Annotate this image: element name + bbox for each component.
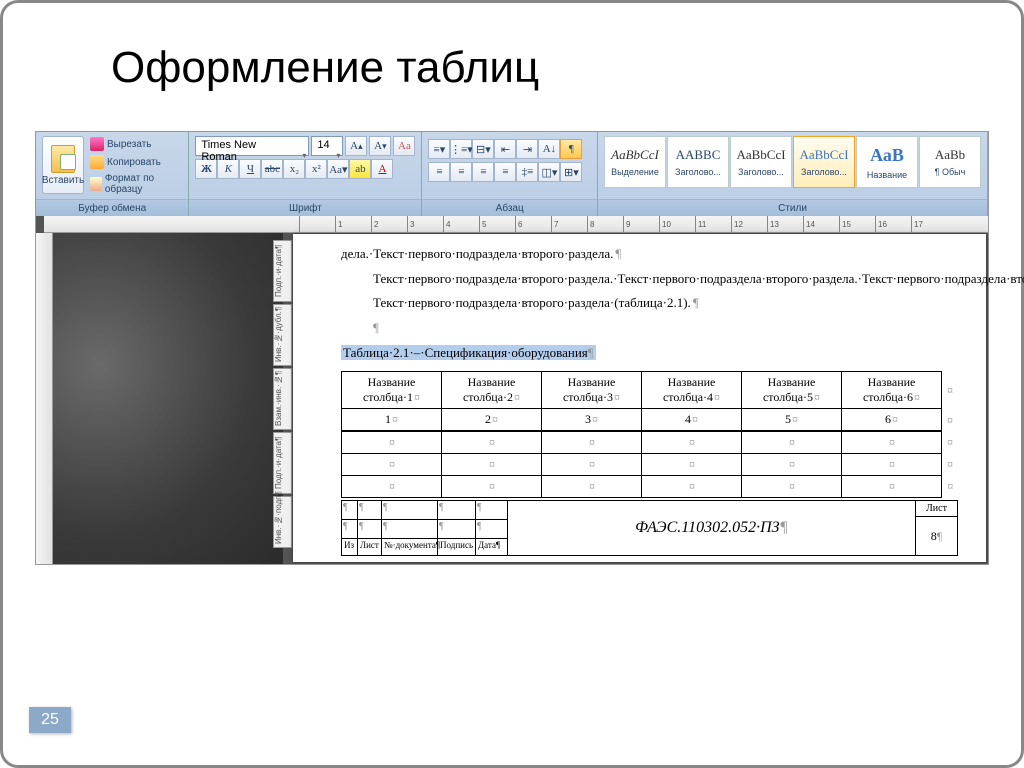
paste-label: Вставить [42, 175, 84, 186]
font-color-button[interactable]: A [371, 159, 393, 179]
tb-col-docnum: №·документа¶ [382, 539, 438, 555]
align-left-button[interactable]: ≡ [428, 162, 450, 182]
clear-format-button[interactable]: Aa [393, 136, 415, 156]
indent-inc-button[interactable]: ⇥ [516, 139, 538, 159]
style-item-title[interactable]: АаВНазвание [856, 136, 918, 188]
style-item-heading3[interactable]: AaBbCcIЗаголово... [793, 136, 855, 188]
slide-title: Оформление таблиц [3, 3, 1021, 115]
format-painter-label: Формат по образцу [105, 173, 181, 195]
side-tab-3: Подп.·и·дата¶ [273, 432, 292, 494]
align-justify-button[interactable]: ≡ [494, 162, 516, 182]
cut-icon [90, 137, 104, 151]
ribbon-group-clipboard: Вставить Вырезать Копировать Формат по о… [36, 132, 189, 216]
highlight-button[interactable]: ab [349, 159, 371, 179]
grow-font-button[interactable]: A▴ [345, 136, 367, 156]
paste-button[interactable]: Вставить [42, 136, 84, 194]
table-caption: Таблица·2.1·–·Спецификация·оборудования¶ [341, 341, 958, 366]
ribbon-group-font: Times New Roman 14 A▴ A▾ Aa Ж К Ч abc x₂… [189, 132, 422, 216]
sheet-number: 8¶ [916, 517, 957, 555]
style-item-emphasis[interactable]: AaBbCcIВыделение [604, 136, 666, 188]
side-tab-2: Взам.·инв.·№¶ [273, 368, 292, 430]
tb-col-sign: Подпись [438, 539, 476, 555]
subscript-button[interactable]: x₂ [283, 159, 305, 179]
multilevel-button[interactable]: ⊟▾ [472, 139, 494, 159]
style-item-heading1[interactable]: AABBCЗаголово... [667, 136, 729, 188]
doc-para-1: Текст·первого·подраздела·второго·раздела… [341, 267, 958, 292]
navigation-panel [53, 233, 283, 564]
change-case-button[interactable]: Aa▾ [327, 159, 349, 179]
doc-line-0: дела.·Текст·первого·подраздела·второго·р… [341, 242, 958, 267]
tb-col-list: Лист [358, 539, 382, 555]
word-screenshot: Вставить Вырезать Копировать Формат по о… [35, 131, 989, 565]
borders-button[interactable]: ⊞▾ [560, 162, 582, 182]
title-block: ¶¶¶¶¶ ¶¶¶¶¶ Из Лист №·документа¶ Подпись… [341, 500, 958, 556]
numbering-button[interactable]: ⋮≡▾ [450, 139, 472, 159]
document-area: 1234567891011121314151617 Подп.·и·дата¶ … [36, 216, 988, 564]
cut-button[interactable]: Вырезать [88, 136, 182, 152]
font-group-label: Шрифт [189, 199, 421, 216]
align-center-button[interactable]: ≡ [450, 162, 472, 182]
shrink-font-button[interactable]: A▾ [369, 136, 391, 156]
strike-button[interactable]: abc [261, 159, 283, 179]
side-tab-4: Инв.·№·подп¶ [273, 496, 292, 548]
align-right-button[interactable]: ≡ [472, 162, 494, 182]
copy-icon [90, 155, 104, 169]
horizontal-ruler[interactable]: 1234567891011121314151617 [44, 216, 988, 233]
style-item-normal[interactable]: AaBb¶ Обыч [919, 136, 981, 188]
underline-button[interactable]: Ч [239, 159, 261, 179]
shading-button[interactable]: ◫▾ [538, 162, 560, 182]
ribbon-group-paragraph: ≡▾ ⋮≡▾ ⊟▾ ⇤ ⇥ A↓ ¶ ≡ ≡ ≡ ≡ ‡≡ ◫▾ [422, 132, 598, 216]
paste-icon [51, 145, 75, 173]
sort-button[interactable]: A↓ [538, 139, 560, 159]
vertical-ruler[interactable] [36, 233, 53, 564]
style-item-heading2[interactable]: AaBbCcIЗаголово... [730, 136, 792, 188]
side-tab-0: Подп.·и·дата¶ [273, 240, 292, 302]
sheet-label: Лист [916, 501, 957, 517]
document-page[interactable]: дела.·Текст·первого·подраздела·второго·р… [293, 234, 986, 562]
doc-table: Название столбца·1Название столбца·2Назв… [341, 371, 958, 498]
format-painter-button[interactable]: Формат по образцу [88, 172, 182, 196]
empty-para: ¶ [341, 316, 958, 341]
copy-label: Копировать [107, 157, 161, 168]
font-size-combo[interactable]: 14 [311, 136, 343, 156]
styles-group-label: Стили [598, 199, 987, 216]
ribbon-group-styles: AaBbCcIВыделение AABBCЗаголово... AaBbCc… [598, 132, 988, 216]
paragraph-group-label: Абзац [422, 199, 597, 216]
doc-para-2: Текст·первого·подраздела·второго·раздела… [341, 291, 958, 316]
line-spacing-button[interactable]: ‡≡ [516, 162, 538, 182]
title-block-code: ФАЭС.110302.052·ПЗ¶ [508, 501, 915, 555]
side-tab-1: Инв.·№·дубл.¶ [273, 304, 292, 366]
copy-button[interactable]: Копировать [88, 154, 182, 170]
ribbon: Вставить Вырезать Копировать Формат по о… [36, 132, 988, 216]
superscript-button[interactable]: x² [305, 159, 327, 179]
clipboard-group-label: Буфер обмена [36, 199, 188, 216]
cut-label: Вырезать [107, 139, 151, 150]
indent-dec-button[interactable]: ⇤ [494, 139, 516, 159]
font-name-combo[interactable]: Times New Roman [195, 136, 309, 156]
bullets-button[interactable]: ≡▾ [428, 139, 450, 159]
tb-col-iz: Из [342, 539, 358, 555]
slide-number: 25 [29, 707, 71, 733]
tb-col-date: Дата¶ [476, 539, 508, 555]
format-painter-icon [90, 177, 102, 191]
show-marks-button[interactable]: ¶ [560, 139, 582, 159]
